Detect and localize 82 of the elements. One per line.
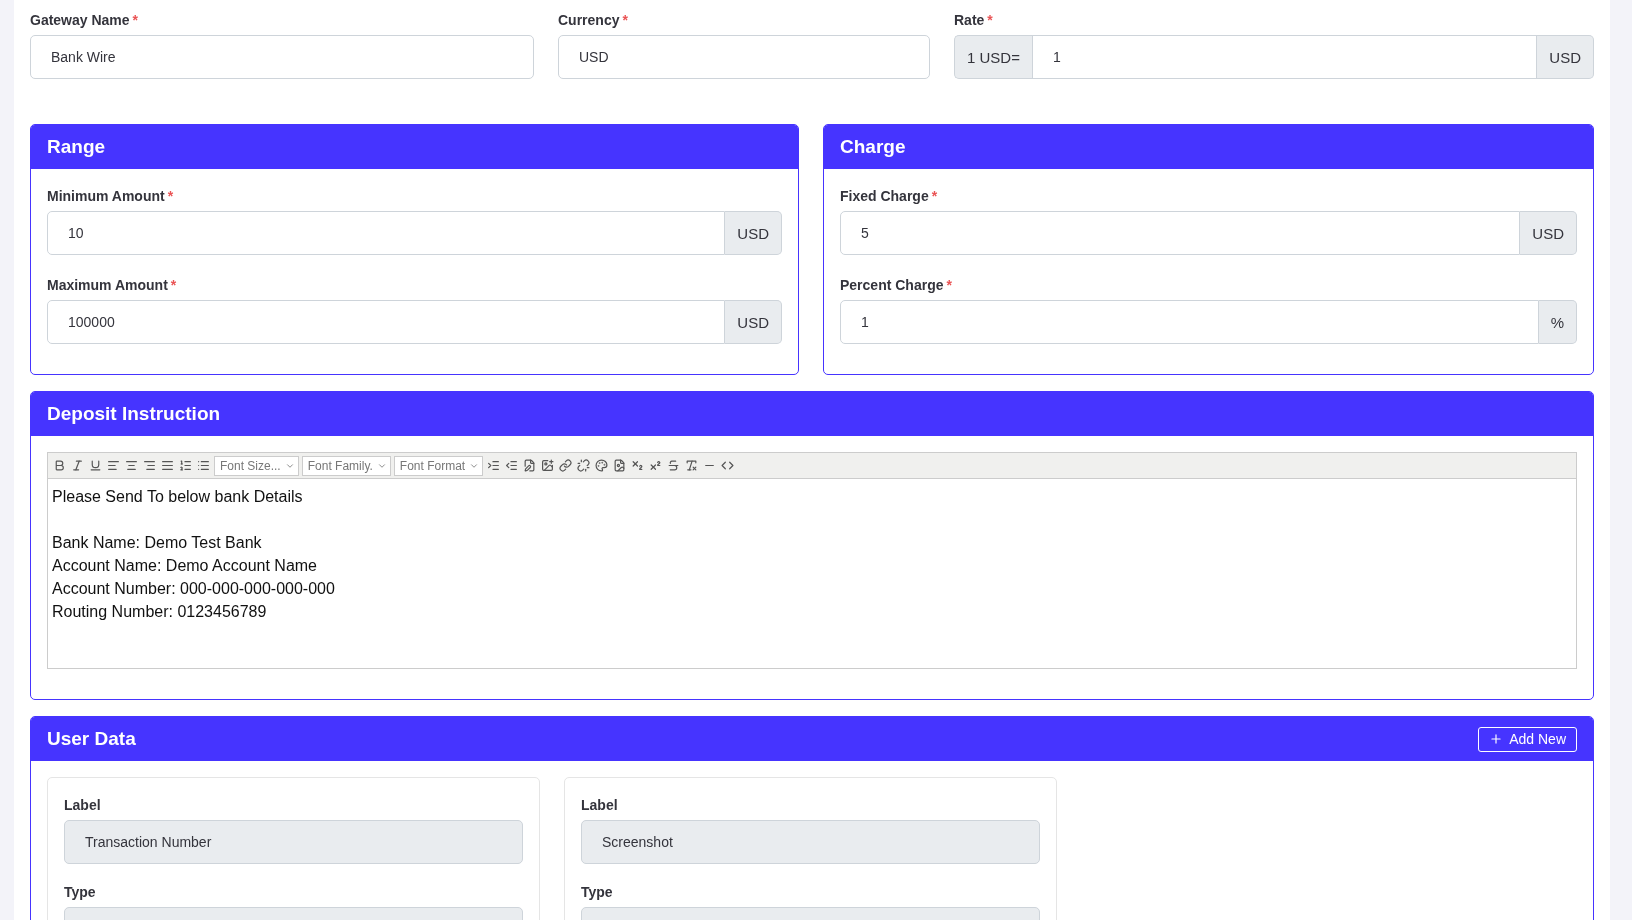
subscript-icon [631,459,645,472]
input-suffix: USD [725,300,782,344]
field-label: Currency * [558,12,629,28]
underline-icon [89,459,102,472]
strikethrough-icon [667,459,681,472]
field-label: Minimum Amount * [47,188,175,204]
amount-input[interactable]: 10 [47,211,726,255]
insert-image-icon [541,459,555,472]
unlink-button[interactable] [576,458,592,473]
italic-button[interactable] [70,458,85,473]
editor-dropdown[interactable]: Font Family. [301,455,391,476]
field-label: Type [581,884,614,900]
unlink-icon [577,459,591,472]
amount-input[interactable]: 100000 [47,300,726,344]
field-label: Percent Charge * [840,277,953,293]
bullet-list-icon [197,459,210,472]
editor-text-line: Account Name: Demo Account Name [52,556,318,576]
field-label: Label [64,797,102,813]
editor-text-line: Please Send To below bank Details [52,487,304,507]
rate-input[interactable]: 1 [1031,35,1538,79]
link-icon [559,459,573,472]
card-title: User Data [47,728,136,750]
html-icon [721,459,735,472]
input-prefix: 1 USD= [954,35,1032,79]
align-right-icon [143,459,156,472]
card-title: Range [47,136,106,158]
card-title: Charge [840,136,906,158]
align-center-button[interactable] [124,458,139,473]
indent-button[interactable] [486,458,502,473]
field-label: Type [64,884,97,900]
amount-input[interactable]: 1 [840,300,1539,344]
italic-icon [71,459,84,472]
plus-icon [1489,732,1504,746]
required-mark: * [931,188,938,204]
field-label: Maximum Amount * [47,277,178,293]
add-new-button[interactable]: Add New [1478,726,1577,752]
numbered-list-icon [179,459,192,472]
card-title: Deposit Instruction [47,403,221,425]
required-mark: * [167,188,174,204]
palette-button[interactable] [594,458,610,473]
align-justify-button[interactable] [160,458,175,473]
editor-dropdown[interactable]: Font Size... [214,455,299,476]
align-left-button[interactable] [106,458,121,473]
input-suffix: USD [1520,211,1577,255]
editor-dropdown[interactable]: Font Format [393,455,484,476]
indent-icon [487,459,501,472]
label-input[interactable]: Screenshot [581,820,1040,864]
amount-input[interactable]: 5 [840,211,1521,255]
align-center-icon [125,459,138,472]
required-mark: * [132,12,139,28]
editor-text-line: Account Number: 000-000-000-000-000 [52,579,336,599]
superscript-icon [649,459,663,472]
bold-icon [53,459,66,472]
insert-image-button[interactable] [540,458,556,473]
text-input[interactable]: USD [558,35,930,79]
outdent-button[interactable] [504,458,520,473]
rich-text-editor[interactable]: Font Size... Font Family. Font Format Please Send To below bank Details Bank Name: Demo Test Bank Account Name: Demo Account Name Account Number: 000-000-000-000-000 Routing Number: 0123456789 [47,452,1577,669]
remove-format-icon [685,459,699,472]
editor-text-line: Routing Number: 0123456789 [52,602,268,622]
align-left-icon [107,459,120,472]
input-suffix: USD [1537,35,1594,79]
field-label: Rate * [954,12,994,28]
field-label: Fixed Charge * [840,188,939,204]
input-suffix: USD [725,211,782,255]
label-input[interactable]: Transaction Number [64,820,523,864]
text-input[interactable]: Bank Wire [30,35,534,79]
underline-button[interactable] [88,458,103,473]
align-justify-icon [161,459,174,472]
numbered-list-button[interactable] [178,458,193,473]
input-suffix: % [1538,300,1577,344]
field-label: Label [581,797,619,813]
required-mark: * [946,277,952,293]
editor-text-line: Bank Name: Demo Test Bank [52,533,263,553]
field-label: Gateway Name * [30,12,140,28]
required-mark: * [622,12,628,28]
required-mark: * [170,277,177,293]
palette-icon [595,459,609,472]
align-right-button[interactable] [142,458,157,473]
required-mark: * [987,12,993,28]
bullet-list-button[interactable] [196,458,211,473]
outdent-icon [505,459,519,472]
link-button[interactable] [558,458,574,473]
